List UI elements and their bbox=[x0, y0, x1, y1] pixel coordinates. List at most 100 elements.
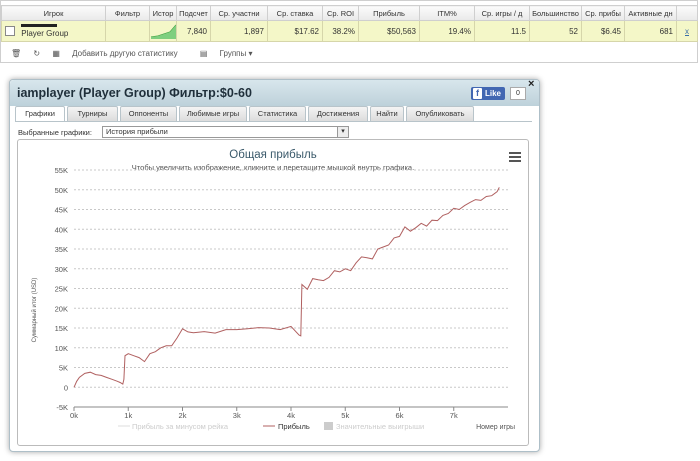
redacted-name bbox=[21, 24, 58, 27]
table-row: Player Group 7,840 1,897 $17.62 38.2% $5… bbox=[1, 20, 698, 42]
tab-favorite-games[interactable]: Любимые игры bbox=[179, 106, 247, 121]
like-count: 0 bbox=[510, 87, 526, 100]
filter-cell bbox=[105, 20, 150, 42]
tab-statistics[interactable]: Статистика bbox=[249, 106, 306, 121]
table-add-icon: ▦ bbox=[52, 49, 60, 58]
legend-item-big-wins: Значительные выигрыши bbox=[336, 422, 424, 431]
stats-table: Игрок Фильтр Истор Подсчет Ср. участни С… bbox=[1, 5, 698, 42]
x-tick-label: 0k bbox=[70, 411, 78, 420]
profit-cell: $50,563 bbox=[358, 20, 420, 42]
legend-item-profit: Прибыль bbox=[278, 422, 310, 431]
majority-cell: 52 bbox=[529, 20, 582, 42]
stats-toolbar: 🗑 ↻ ▦ Добавить другую статистику ▤ Групп… bbox=[11, 49, 273, 58]
facebook-icon: f bbox=[473, 88, 482, 99]
y-tick-label: 40K bbox=[55, 225, 68, 234]
avg-entrants-cell: 1,897 bbox=[210, 20, 268, 42]
x-axis-ticks: 0k 1k 2k 3k 4k 5k 6k 7k bbox=[70, 407, 458, 420]
groups-label: Группы ▾ bbox=[219, 49, 253, 58]
col-header-history[interactable]: Истор bbox=[149, 5, 177, 21]
col-header-filter[interactable]: Фильтр bbox=[105, 5, 150, 21]
table-header-row: Игрок Фильтр Истор Подсчет Ср. участни С… bbox=[1, 5, 698, 21]
y-tick-label: 25K bbox=[55, 285, 68, 294]
col-header-active-days[interactable]: Активные дн bbox=[624, 5, 677, 21]
y-tick-label: 5K bbox=[59, 364, 68, 373]
tab-opponents[interactable]: Оппоненты bbox=[120, 106, 177, 121]
x-tick-label: 4k bbox=[287, 411, 295, 420]
y-tick-label: 30K bbox=[55, 265, 68, 274]
col-header-games-per-day[interactable]: Ср. игры / д bbox=[474, 5, 530, 21]
player-cell: Player Group bbox=[1, 20, 106, 42]
player-name[interactable]: Player Group bbox=[21, 29, 68, 38]
tab-charts[interactable]: Графики bbox=[15, 106, 65, 122]
y-tick-label: 15K bbox=[55, 324, 68, 333]
avg-profit-cell: $6.45 bbox=[581, 20, 625, 42]
col-header-profit[interactable]: Прибыль bbox=[358, 5, 420, 21]
series-profit-line bbox=[73, 187, 500, 388]
col-header-itm[interactable]: ITM% bbox=[419, 5, 475, 21]
active-days-cell: 681 bbox=[624, 20, 677, 42]
col-header-avg-profit[interactable]: Ср. прибы bbox=[581, 5, 625, 21]
avg-stake-cell: $17.62 bbox=[267, 20, 323, 42]
player-name-wrap: Player Group bbox=[21, 24, 68, 38]
chart-title: Общая прибыль bbox=[229, 149, 316, 161]
y-tick-label: 0 bbox=[64, 383, 68, 392]
remove-cell: x bbox=[676, 20, 698, 42]
tab-publish[interactable]: Опубликовать bbox=[406, 106, 474, 121]
groups-button[interactable]: ▤ Группы ▾ bbox=[200, 49, 263, 58]
x-tick-label: 1k bbox=[124, 411, 132, 420]
y-tick-label: 10K bbox=[55, 344, 68, 353]
history-cell bbox=[149, 20, 177, 42]
tab-achievements[interactable]: Достижения bbox=[308, 106, 368, 121]
y-axis-ticks: -5K 0 5K 10K 15K 20K 25K 30K 35K 40K 45K 50K 55K bbox=[55, 166, 68, 412]
player-dialog: iamplayer (Player Group) Фильтр:$0-60 f … bbox=[9, 78, 540, 452]
trash-icon[interactable]: 🗑 bbox=[11, 49, 21, 58]
games-per-day-cell: 11.5 bbox=[474, 20, 530, 42]
close-icon[interactable]: × bbox=[528, 78, 534, 90]
tab-divider bbox=[15, 121, 532, 122]
x-tick-label: 2k bbox=[179, 411, 187, 420]
add-stats-label: Добавить другую статистику bbox=[72, 49, 178, 58]
count-cell: 7,840 bbox=[176, 20, 211, 42]
chart-select[interactable]: История прибыли ▾ bbox=[102, 126, 349, 138]
like-label: Like bbox=[485, 89, 502, 98]
y-tick-label: 50K bbox=[55, 186, 68, 195]
x-tick-label: 6k bbox=[396, 411, 404, 420]
col-header-count[interactable]: Подсчет bbox=[176, 5, 211, 21]
avg-roi-cell: 38.2% bbox=[322, 20, 359, 42]
chart-grid bbox=[74, 169, 508, 408]
tab-tournaments[interactable]: Турниры bbox=[67, 106, 118, 121]
chart-menu-icon[interactable] bbox=[509, 152, 521, 162]
col-header-avg-roi[interactable]: Ср. ROI bbox=[322, 5, 359, 21]
chart-select-value: История прибыли bbox=[106, 127, 168, 136]
col-header-majority[interactable]: Большинство bbox=[529, 5, 582, 21]
profit-chart[interactable]: Общая прибыль Чтобы увеличить изображени… bbox=[17, 139, 529, 446]
groups-icon: ▤ bbox=[199, 49, 208, 58]
x-tick-label: 5k bbox=[341, 411, 349, 420]
facebook-like-button[interactable]: f Like bbox=[471, 87, 505, 100]
y-tick-label: 20K bbox=[55, 304, 68, 313]
dialog-header[interactable]: iamplayer (Player Group) Фильтр:$0-60 f … bbox=[10, 80, 539, 106]
col-header-avg-stake[interactable]: Ср. ставка bbox=[267, 5, 323, 21]
chevron-down-icon[interactable]: ▾ bbox=[337, 127, 348, 137]
y-tick-label: 35K bbox=[55, 245, 68, 254]
y-tick-label: 55K bbox=[55, 166, 68, 175]
y-tick-label: -5K bbox=[56, 403, 68, 412]
col-header-player[interactable]: Игрок bbox=[1, 5, 106, 21]
y-tick-label: 45K bbox=[55, 206, 68, 215]
col-header-remove bbox=[676, 5, 698, 21]
chart-subtitle: Чтобы увеличить изображение, кликните и … bbox=[132, 163, 414, 172]
x-tick-label: 3k bbox=[233, 411, 241, 420]
history-sparkline-icon[interactable] bbox=[150, 21, 177, 39]
remove-row-link[interactable]: x bbox=[685, 27, 689, 36]
row-checkbox[interactable] bbox=[5, 26, 15, 36]
tab-find[interactable]: Найти bbox=[370, 106, 404, 121]
refresh-icon[interactable]: ↻ bbox=[33, 49, 40, 58]
dialog-title: iamplayer (Player Group) Фильтр:$0-60 bbox=[17, 86, 252, 100]
y-axis-label: Суммарный итог (USD) bbox=[31, 278, 38, 343]
legend-item-rake: Прибыль за минусом рейка bbox=[132, 422, 229, 431]
chart-svg[interactable]: Общая прибыль Чтобы увеличить изображени… bbox=[18, 140, 528, 445]
itm-cell: 19.4% bbox=[419, 20, 475, 42]
chart-legend: Прибыль за минусом рейка Прибыль Значите… bbox=[118, 422, 424, 431]
add-stats-button[interactable]: ▦ Добавить другую статистику bbox=[52, 49, 189, 58]
col-header-avg-entrants[interactable]: Ср. участни bbox=[210, 5, 268, 21]
